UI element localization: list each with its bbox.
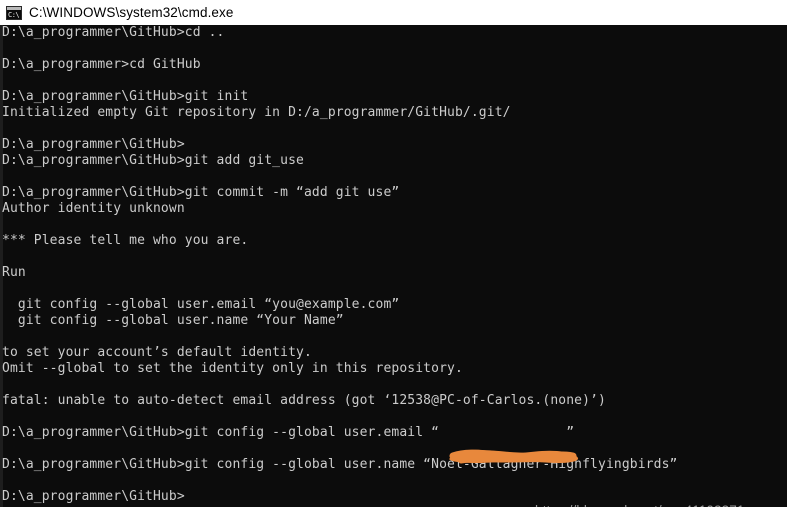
cmd-console-icon: C:\ [6,6,22,20]
console-line: Initialized empty Git repository in D:/a… [2,105,511,120]
console-line: *** Please tell me who you are. [2,233,249,248]
console-line: git config --global user.name “Your Name… [2,313,344,328]
cmd-icon-titlebar-strip [7,7,21,10]
console-line: fatal: unable to auto-detect email addre… [2,393,606,408]
cmd-icon-prompt-glyph: C:\ [8,11,20,19]
console-line-list: D:\a_programmer\GitHub>cd .. D:\a_program… [0,25,787,505]
console-line: D:\a_programmer\GitHub> [2,137,185,152]
console-line: Author identity unknown [2,201,185,216]
console-line: D:\a_programmer\GitHub>cd .. [2,25,225,40]
blog-watermark: https://blog.csdn.net/qq_41102371 [535,503,744,507]
console-line: D:\a_programmer>cd GitHub [2,57,201,72]
window-title: C:\WINDOWS\system32\cmd.exe [29,5,234,20]
cmd-window: C:\ C:\WINDOWS\system32\cmd.exe D:\a_pro… [0,0,787,507]
console-line: D:\a_programmer\GitHub>git add git_use [2,153,304,168]
console-line: D:\a_programmer\GitHub>git config --glob… [2,457,678,472]
console-line: Omit --global to set the identity only i… [2,361,463,376]
console-line: D:\a_programmer\GitHub>git config --glob… [2,425,575,440]
console-output-area[interactable]: D:\a_programmer\GitHub>cd .. D:\a_program… [0,25,787,507]
console-line: D:\a_programmer\GitHub>git commit -m “ad… [2,185,400,200]
console-line: D:\a_programmer\GitHub>git init [2,89,249,104]
console-line: Run [2,265,26,280]
console-line: git config --global user.email “you@exam… [2,297,400,312]
window-titlebar[interactable]: C:\ C:\WINDOWS\system32\cmd.exe [0,0,787,25]
console-line: to set your account’s default identity. [2,345,312,360]
